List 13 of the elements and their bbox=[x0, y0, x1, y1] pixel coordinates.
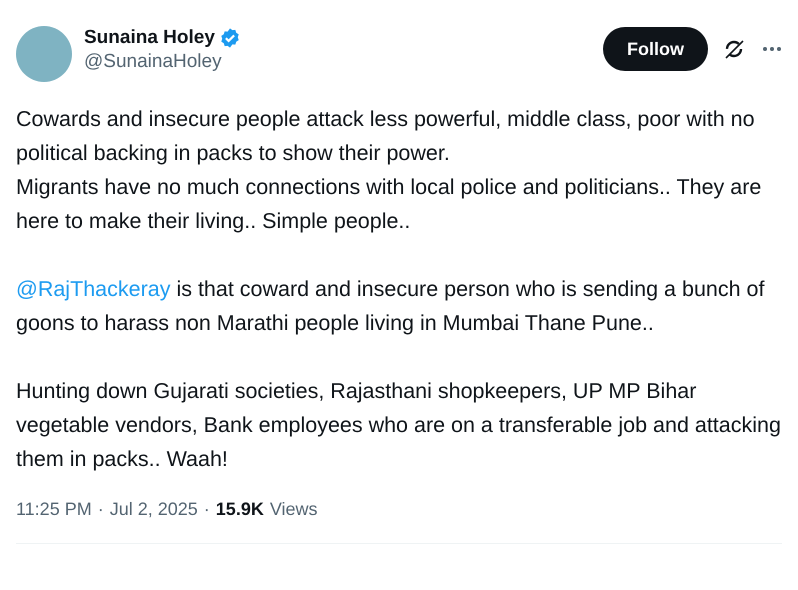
tweet-time[interactable]: 11:25 PM bbox=[16, 496, 92, 523]
views-count: 15.9K bbox=[216, 498, 264, 521]
author-name[interactable]: Sunaina Holey bbox=[84, 26, 215, 50]
more-icon[interactable] bbox=[762, 46, 782, 52]
tweet-date[interactable]: Jul 2, 2025 bbox=[110, 496, 198, 523]
separator-dot: · bbox=[98, 498, 104, 521]
author-handle[interactable]: @SunainaHoley bbox=[84, 50, 241, 74]
tweet-paragraph: @RajThackeray is that coward and insecure person who is sending a bunch of goons to harass non Marathi people living in Mumbai Thane Pune.. bbox=[16, 276, 766, 337]
tweet-paragraph: Cowards and insecure people attack less powerful, middle class, poor with no political backing in packs to show their power. Migrants have no much connections with local police and politicians.. They are here to make their living.. Simple people.. bbox=[16, 106, 762, 235]
views-label: Views bbox=[270, 498, 318, 521]
tweet-paragraph: Hunting down Gujarati societies, Rajasthani shopkeepers, UP MP Bihar vegetable vendors, Bank employees who are on a transferable job and attacking them in packs.. Waah! bbox=[16, 378, 782, 473]
follow-button[interactable]: Follow bbox=[603, 27, 708, 71]
separator-dot: · bbox=[204, 498, 210, 521]
